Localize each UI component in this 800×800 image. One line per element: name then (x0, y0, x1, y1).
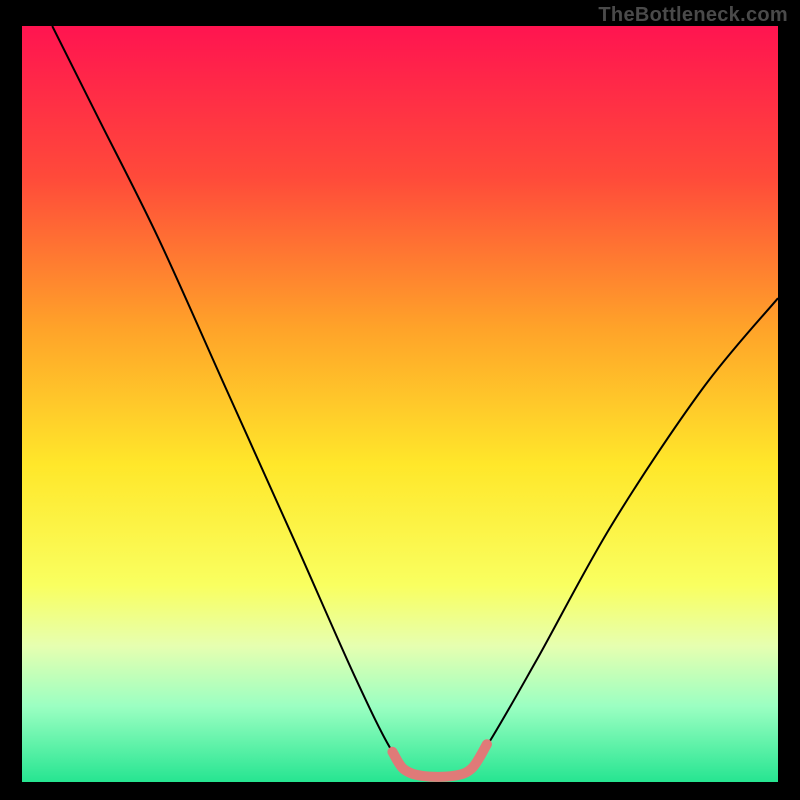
chart-frame: TheBottleneck.com (0, 0, 800, 800)
watermark-text: TheBottleneck.com (598, 4, 788, 27)
gradient-background (22, 26, 778, 782)
plot-area (22, 26, 778, 782)
chart-svg (22, 26, 778, 782)
